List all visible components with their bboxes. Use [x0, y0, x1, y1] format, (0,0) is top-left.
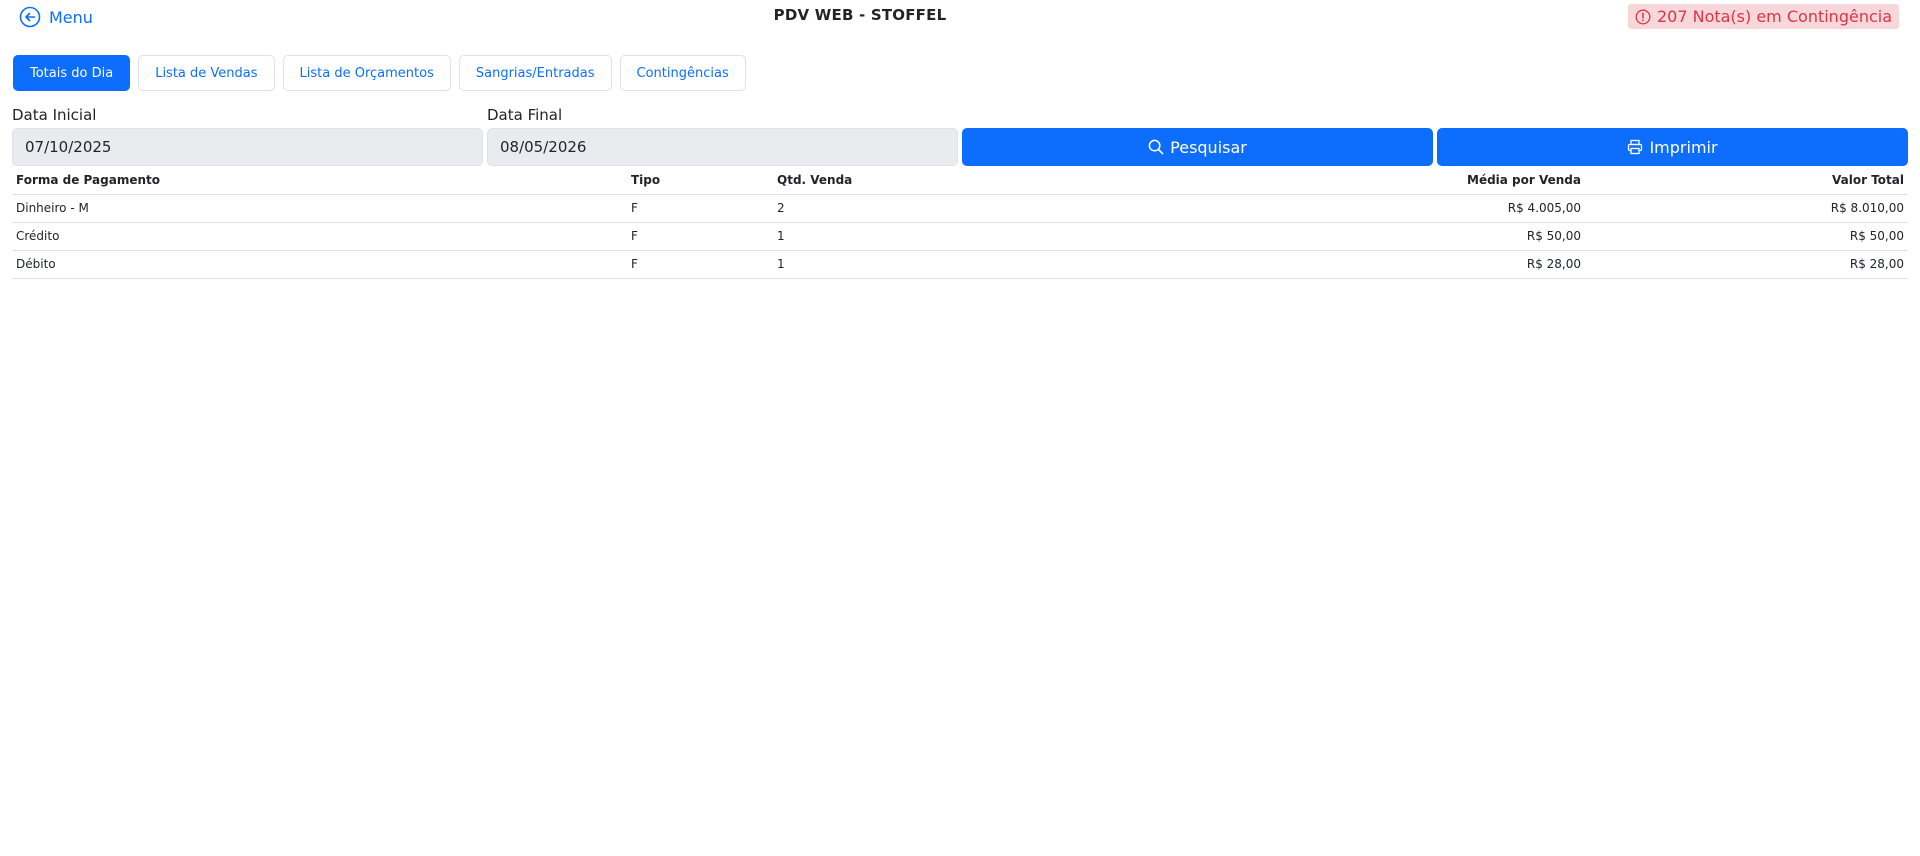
cell-media-por-venda: R$ 4.005,00 [1103, 194, 1585, 223]
print-button-label: Imprimir [1649, 137, 1718, 157]
page-title: PDV WEB - STOFFEL [773, 6, 947, 24]
table-row: Dinheiro - M F 2 R$ 4.005,00 R$ 8.010,00 [12, 194, 1908, 223]
cell-forma-de-pagamento: Débito [12, 250, 627, 279]
cell-qtd-venda: 2 [773, 194, 1103, 223]
cell-media-por-venda: R$ 50,00 [1103, 222, 1585, 251]
column-header-tipo: Tipo [627, 167, 773, 195]
payment-totals-table: Forma de Pagamento Tipo Qtd. Venda Média… [12, 167, 1908, 279]
search-button[interactable]: Pesquisar [962, 128, 1433, 166]
header: Menu PDV WEB - STOFFEL 207 Nota(s) em Co… [0, 0, 1920, 36]
tab-bar: Totais do Dia Lista de Vendas Lista de O… [13, 55, 746, 91]
cell-tipo: F [627, 222, 773, 251]
column-header-qtd-venda: Qtd. Venda [773, 167, 1103, 195]
tab-lista-de-orcamentos[interactable]: Lista de Orçamentos [282, 55, 451, 91]
column-header-media-por-venda: Média por Venda [1103, 167, 1585, 195]
start-date-input[interactable]: 07/10/2025 [12, 128, 483, 166]
table-row: Débito F 1 R$ 28,00 R$ 28,00 [12, 250, 1908, 279]
end-date-label: Data Final [487, 106, 563, 124]
column-header-valor-total: Valor Total [1585, 167, 1908, 195]
tab-totais-do-dia[interactable]: Totais do Dia [13, 55, 131, 91]
tab-lista-de-vendas[interactable]: Lista de Vendas [138, 55, 275, 91]
end-date-input[interactable]: 08/05/2026 [487, 128, 958, 166]
cell-forma-de-pagamento: Crédito [12, 222, 627, 251]
search-icon [1148, 139, 1164, 155]
cell-valor-total: R$ 8.010,00 [1585, 194, 1908, 223]
contingency-badge-label: 207 Nota(s) em Contingência [1656, 7, 1892, 26]
print-button[interactable]: Imprimir [1437, 128, 1908, 166]
cell-media-por-venda: R$ 28,00 [1103, 250, 1585, 279]
exclamation-circle-icon [1635, 9, 1651, 24]
tab-contingencias[interactable]: Contingências [619, 55, 746, 91]
cell-tipo: F [627, 194, 773, 223]
cell-valor-total: R$ 28,00 [1585, 250, 1908, 279]
cell-qtd-venda: 1 [773, 250, 1103, 279]
cell-valor-total: R$ 50,00 [1585, 222, 1908, 251]
start-date-label: Data Inicial [12, 106, 97, 124]
printer-icon [1628, 139, 1643, 155]
table-row: Crédito F 1 R$ 50,00 R$ 50,00 [12, 222, 1908, 251]
start-date-field: Data Inicial 07/10/2025 [12, 104, 483, 166]
cell-tipo: F [627, 250, 773, 279]
tab-sangrias-entradas[interactable]: Sangrias/Entradas [458, 55, 612, 91]
cell-qtd-venda: 1 [773, 222, 1103, 251]
column-header-forma-de-pagamento: Forma de Pagamento [12, 167, 627, 195]
table-header-row: Forma de Pagamento Tipo Qtd. Venda Média… [12, 167, 1908, 195]
search-button-label: Pesquisar [1170, 137, 1247, 157]
contingency-badge[interactable]: 207 Nota(s) em Contingência [1627, 4, 1899, 29]
filter-bar: Data Inicial 07/10/2025 Data Final 08/05… [12, 104, 1908, 166]
end-date-field: Data Final 08/05/2026 [487, 104, 958, 166]
cell-forma-de-pagamento: Dinheiro - M [12, 194, 627, 223]
